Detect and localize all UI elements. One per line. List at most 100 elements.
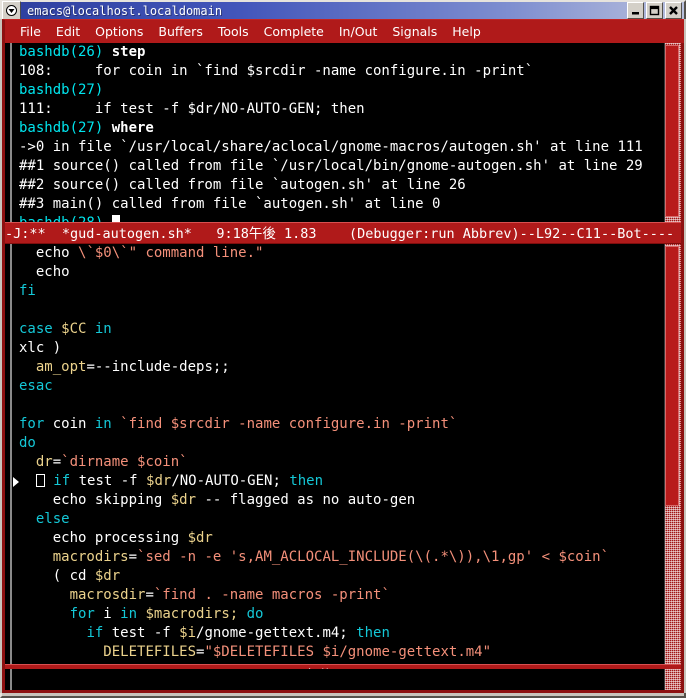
buffer-line: xlc ) [19,339,659,358]
buffer-line: ##1 source() called from file `/usr/loca… [19,157,659,176]
source-scrollbar[interactable] [659,244,681,664]
menu-item-in-out[interactable]: In/Out [339,24,377,39]
code-token: ->0 in file `/usr/local/share/aclocal/gn… [19,139,643,155]
buffer-line: 111: if test -f $dr/NO-AUTO-GEN; then [19,100,659,119]
source-scrollbar-thumb[interactable] [665,246,679,506]
code-token: test -f [103,625,180,641]
gud-buffer-text[interactable]: bashdb(26) step 108: for coin in `find $s… [19,43,659,222]
buffer-line: bashdb(26) step [19,43,659,62]
menu-bar: File Edit Options Buffers Tools Complete In/Ou… [2,19,684,43]
code-token: /NO-AUTO-GEN; [171,473,290,489]
system-menu-button[interactable] [2,1,21,20]
source-fringe [5,244,19,664]
buffer-line: ( cd $dr [19,567,659,586]
maximize-icon [649,5,660,16]
code-token: 111: if test -f $dr/NO-AUTO-GEN; then [19,101,365,117]
buffer-line: echo skipping $dr -- flagged as no auto-… [19,491,659,510]
code-token: else [35,511,70,527]
menu-item-tools[interactable]: Tools [218,24,249,39]
menu-item-buffers[interactable]: Buffers [158,24,202,39]
code-token: bashdb(27) [19,82,104,98]
menu-item-file[interactable]: File [20,24,41,39]
window-title: emacs@localhost.localdomain [27,3,223,18]
buffer-line: bashdb(28) [19,214,659,222]
code-token: " command line." [128,245,264,261]
buffer-line: for i in $macrodirs; do [19,605,659,624]
window-bottom-bevel [0,693,686,698]
breakpoint-marker-icon[interactable] [35,474,45,487]
close-icon [669,6,678,15]
maximize-button[interactable] [646,2,663,19]
minimize-button[interactable] [627,2,644,19]
code-token: $dr [170,492,197,508]
code-token: 108: for coin in `find $srcdir -name con… [19,63,534,79]
buffer-line: ##3 main() called from file `autogen.sh'… [19,195,659,214]
source-window: echo \`$0\`" command line." echo fi case $… [5,244,681,664]
gud-debugger-window: bashdb(26) step 108: for coin in `find $s… [5,43,681,222]
menu-item-edit[interactable]: Edit [56,24,80,39]
chevron-down-icon [6,5,17,16]
buffer-line [19,396,659,415]
buffer-line: else [19,510,659,529]
code-token: ( cd [52,568,95,584]
code-token: ##1 source() called from file `/usr/loca… [19,158,643,174]
buffer-line: if test -f $i/gnome-gettext.m4; then [19,624,659,643]
buffer-line: if test -f $dr/NO-AUTO-GEN; then [19,472,659,491]
code-token: test -f [70,473,147,489]
buffer-line: macrosdir=`find . -name macros -print` [19,586,659,605]
buffer-line: macrodirs=`sed -n -e 's,AM_ACLOCAL_INCLU… [19,548,659,567]
code-token: do [19,435,36,451]
source-buffer-text[interactable]: echo \`$0\`" command line." echo fi case $… [19,244,659,664]
code-token: "$DELETEFILES $i/gnome-gettext.m4" [204,644,492,660]
code-token: $i [179,625,197,641]
code-token: where [111,120,154,136]
code-token: esac [19,378,53,394]
menu-item-help[interactable]: Help [452,24,481,39]
buffer-line: am_opt=--include-deps;; [19,358,659,377]
code-token: echo [35,245,79,261]
code-token: if [86,625,104,641]
code-token: \`$0\` [78,245,129,261]
menu-item-options[interactable]: Options [95,24,143,39]
code-token: if [53,473,71,489]
code-token: then [356,625,390,641]
code-token: echo processing [52,530,188,546]
code-token: then [289,473,324,489]
menu-item-signals[interactable]: Signals [392,24,437,39]
code-token: echo [35,264,70,280]
code-token: ##2 source() called from file `autogen.s… [19,177,466,193]
code-token: $CC [52,321,95,337]
minibuffer[interactable] [5,669,681,690]
code-token: = [52,454,62,470]
gud-scrollbar-thumb[interactable] [665,45,679,217]
code-token: i [94,606,121,622]
code-token: bashdb(28) [19,215,112,222]
code-token: step [111,44,146,60]
code-token: do [246,606,264,622]
buffer-line: esac [19,377,659,396]
close-button[interactable] [665,2,682,19]
buffer-line: ->0 in file `/usr/local/share/aclocal/gn… [19,138,659,157]
emacs-frame: bashdb(26) step 108: for coin in `find $s… [2,43,684,693]
buffer-line: bashdb(27) [19,81,659,100]
code-token: `find . -name macros -print` [153,587,390,603]
code-token: for [19,416,45,432]
code-token: `dirname $coin` [61,454,188,470]
code-token: = [128,549,138,565]
buffer-line: case $CC in [19,320,659,339]
gud-scrollbar[interactable] [659,43,681,222]
code-token: in [120,606,138,622]
code-token: $dr [146,473,172,489]
menu-item-complete[interactable]: Complete [264,24,324,39]
code-token: in [94,416,112,432]
